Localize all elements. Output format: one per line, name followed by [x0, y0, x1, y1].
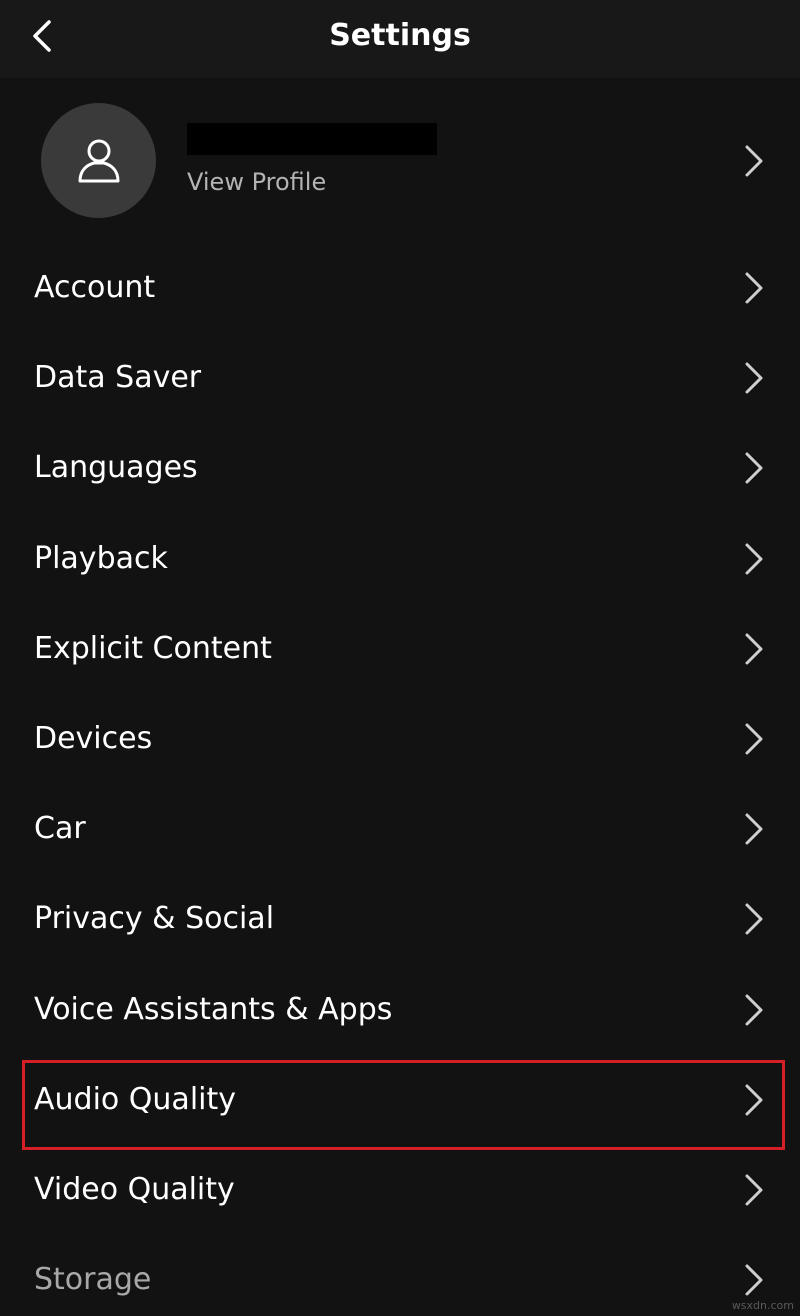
menu-item-audio-quality[interactable]: Audio Quality: [0, 1055, 800, 1145]
menu-item-storage[interactable]: Storage: [0, 1235, 800, 1316]
chevron-right-icon: [745, 633, 763, 665]
chevron-right-icon: [745, 994, 763, 1026]
menu-item-voice-assistants[interactable]: Voice Assistants & Apps: [0, 965, 800, 1055]
settings-menu: Account Data Saver Languages Playback Ex…: [0, 243, 800, 1316]
menu-item-label: Playback: [34, 540, 168, 576]
chevron-right-icon: [745, 813, 763, 845]
menu-item-label: Privacy & Social: [34, 901, 275, 937]
menu-item-label: Voice Assistants & Apps: [34, 991, 393, 1027]
menu-item-label: Audio Quality: [34, 1081, 237, 1117]
user-icon: [78, 139, 119, 182]
menu-item-data-saver[interactable]: Data Saver: [0, 333, 800, 423]
menu-item-label: Car: [34, 811, 86, 847]
menu-item-label: Account: [34, 270, 156, 306]
page-title: Settings: [329, 18, 471, 53]
chevron-right-icon: [745, 1264, 763, 1296]
view-profile-label: View Profile: [187, 168, 327, 196]
chevron-right-icon: [745, 543, 763, 575]
menu-item-label: Devices: [34, 721, 153, 757]
chevron-right-icon: [745, 452, 763, 484]
menu-item-explicit-content[interactable]: Explicit Content: [0, 604, 800, 694]
view-profile-row[interactable]: View Profile: [0, 100, 800, 222]
chevron-right-icon: [745, 903, 763, 935]
menu-item-video-quality[interactable]: Video Quality: [0, 1145, 800, 1235]
chevron-right-icon: [745, 362, 763, 394]
menu-item-car[interactable]: Car: [0, 784, 800, 874]
menu-item-label: Storage: [34, 1262, 152, 1298]
menu-item-account[interactable]: Account: [0, 243, 800, 333]
menu-item-playback[interactable]: Playback: [0, 514, 800, 604]
chevron-right-icon: [745, 145, 763, 177]
menu-item-label: Languages: [34, 450, 198, 486]
chevron-right-icon: [745, 272, 763, 304]
menu-item-label: Explicit Content: [34, 630, 272, 666]
menu-item-label: Data Saver: [34, 360, 202, 396]
watermark: wsxdn.com: [731, 1299, 794, 1312]
chevron-right-icon: [745, 1174, 763, 1206]
menu-item-devices[interactable]: Devices: [0, 694, 800, 784]
menu-item-languages[interactable]: Languages: [0, 423, 800, 513]
settings-screen: Settings View Profile Account Data Saver…: [0, 0, 800, 1316]
menu-item-label: Video Quality: [34, 1171, 235, 1207]
profile-name-redacted: [187, 123, 437, 155]
avatar: [41, 103, 156, 218]
chevron-right-icon: [745, 723, 763, 755]
header-bar: Settings: [0, 0, 800, 78]
chevron-right-icon: [745, 1084, 763, 1116]
menu-item-privacy-social[interactable]: Privacy & Social: [0, 874, 800, 964]
